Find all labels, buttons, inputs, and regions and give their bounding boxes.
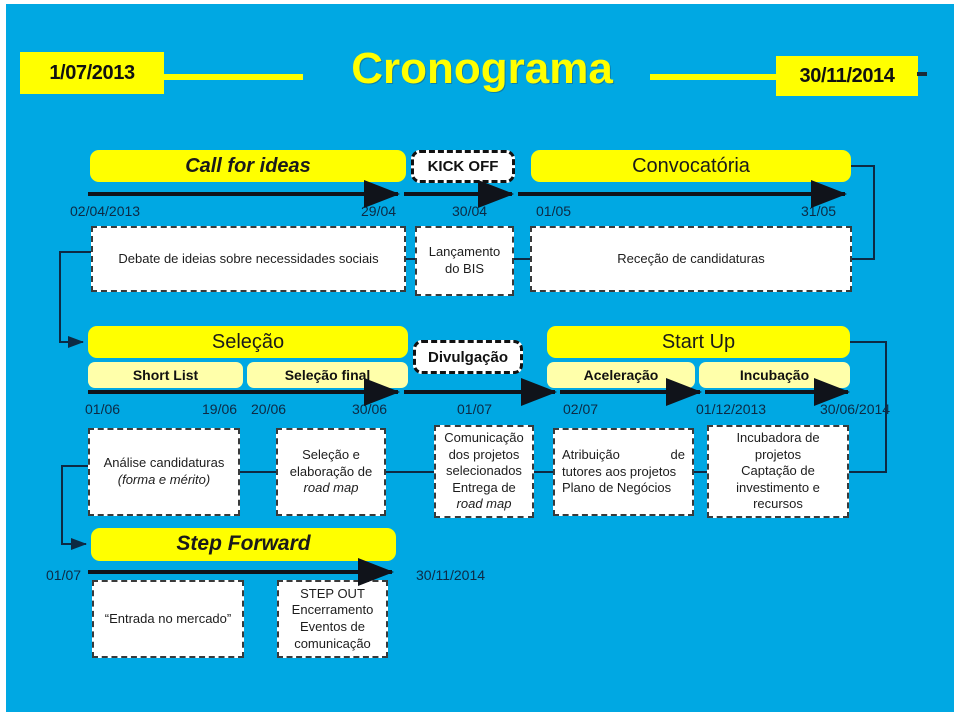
date-label-01-07-row2: 01/07 [457,401,493,417]
detail-card-line: selecionados [446,463,522,479]
date-label-02-04-2013: 02/04/2013 [70,203,141,219]
wrap-connector-row1-right [851,165,875,260]
header-start-date: 1/07/2013 [20,52,164,94]
detail-card-text: Receção de candidaturas [617,250,765,266]
date-label-20-06: 20/06 [251,401,287,417]
slide-root: 1/07/2013 Cronograma 30/11/2014 Call for… [0,0,960,716]
detail-card-line: dos projetos [448,446,520,462]
detail-card-line: Encerramento [291,602,374,618]
detail-card-line: Análise candidaturas [103,455,225,471]
wrap-connector-row2-left [61,465,88,550]
header-connector-right [650,74,778,80]
detail-card-line: comunicação [294,635,371,651]
detail-card-lancamento-bis: Lançamento do BIS [415,226,514,296]
detail-card-entrada-mercado: “Entrada no mercado” [92,580,244,658]
milestone-kick-off[interactable]: KICK OFF [411,150,515,183]
date-label-30-06-2014: 30/06/2014 [820,401,891,417]
detail-card-text: Debate de ideias sobre necessidades soci… [118,250,379,266]
detail-card-line: “Entrada no mercado” [104,610,232,626]
date-label-01-06: 01/06 [85,401,121,417]
slide-canvas: 1/07/2013 Cronograma 30/11/2014 Call for… [6,4,954,712]
detail-card-line: (forma e mérito) [117,472,211,487]
phase-convocatoria[interactable]: Convocatória [531,150,851,182]
detail-card-line: Comunicação [444,429,524,445]
detail-card-line: recursos [753,496,803,512]
detail-card-line: Captação de [741,463,815,479]
date-label-01-07-row3: 01/07 [46,567,82,583]
subphase-incubacao[interactable]: Incubação [699,362,850,388]
detail-card-line: Plano de Negócios [562,480,672,496]
detail-card-line: investimento e [736,479,820,495]
header-connector-left [163,74,303,80]
detail-card-line: Lançamento [428,244,501,260]
detail-card-line: tutores aos projetos [562,463,677,479]
detail-card-step-out: STEP OUT Encerramento Eventos de comunic… [277,580,388,658]
detail-card-line: do BIS [444,261,485,276]
milestone-divulgacao[interactable]: Divulgação [413,340,523,374]
subphase-short-list[interactable]: Short List [88,362,243,388]
phase-selecao[interactable]: Seleção [88,326,408,358]
header-end-date: 30/11/2014 [776,56,918,96]
detail-card-line: road map [303,480,359,496]
wrap-connector-row1-left [59,251,91,348]
header-right-tick [917,72,927,76]
detail-card-analise-candidaturas: Análise candidaturas (forma e mérito) [88,428,240,516]
detail-card-selecao-roadmap: Seleção e elaboração de road map [276,428,386,516]
detail-card-line: elaboração de [289,463,373,479]
detail-card-line: road map [456,496,512,512]
detail-card-debate-ideias: Debate de ideias sobre necessidades soci… [91,226,406,292]
detail-card-line: Eventos de [299,619,366,634]
date-label-30-04: 30/04 [452,203,488,219]
date-label-31-05: 31/05 [801,203,837,219]
page-title: Cronograma [351,44,613,93]
date-label-19-06: 19/06 [202,401,238,417]
date-label-01-12-2013: 01/12/2013 [696,401,767,417]
detail-card-line: Atribuição de [562,447,685,463]
phase-start-up[interactable]: Start Up [547,326,850,358]
date-label-29-04: 29/04 [361,203,397,219]
phase-call-for-ideas[interactable]: Call for ideas [90,150,406,182]
subphase-aceleracao[interactable]: Aceleração [547,362,695,388]
detail-card-line: Incubadora de [736,429,820,445]
detail-card-line: STEP OUT [300,585,365,601]
detail-card-atribuicao-tutores: Atribuição de tutores aos projetos Plano … [553,428,694,516]
detail-card-line: Entrega de [452,479,516,495]
phase-step-forward[interactable]: Step Forward [91,528,396,561]
detail-card-line: Seleção e [302,447,360,463]
detail-card-rececao-candidaturas: Receção de candidaturas [530,226,852,292]
date-label-01-05: 01/05 [536,203,572,219]
date-label-30-11-2014: 30/11/2014 [416,567,486,583]
date-label-30-06: 30/06 [352,401,388,417]
detail-card-incubadora-projetos: Incubadora de projetos Captação de inves… [707,425,849,518]
detail-card-comunicacao-projetos: Comunicação dos projetos selecionados En… [434,425,534,518]
subphase-selecao-final[interactable]: Seleção final [247,362,408,388]
date-label-02-07: 02/07 [563,401,599,417]
detail-card-line: projetos [754,446,802,462]
